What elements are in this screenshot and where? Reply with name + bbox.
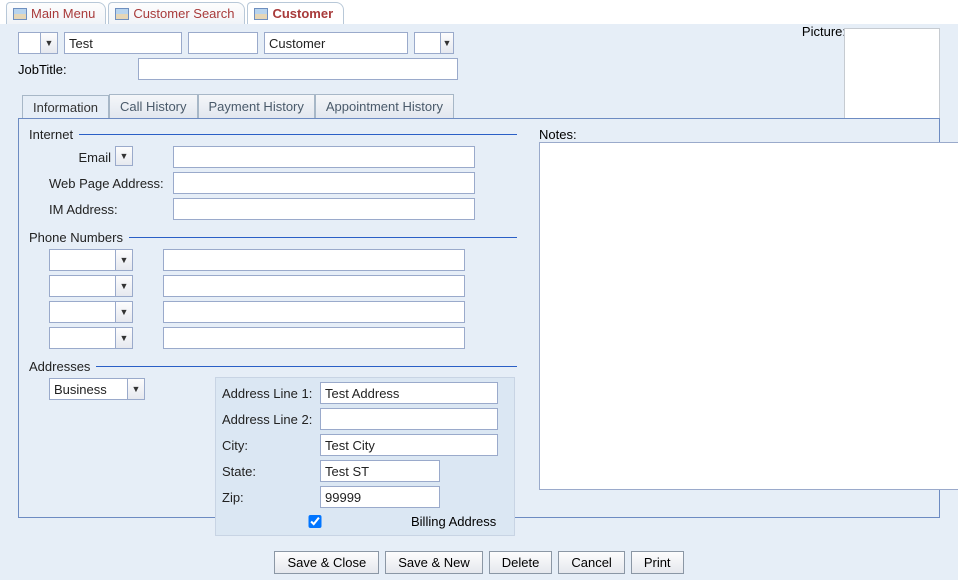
sub-tabs: Information Call History Payment History… bbox=[22, 94, 940, 118]
addr-city-label: City: bbox=[222, 438, 320, 453]
notes-textarea[interactable] bbox=[539, 142, 958, 490]
notes-area: Notes: bbox=[539, 127, 958, 493]
phone-row: ▼ bbox=[49, 275, 517, 297]
tab-payment-history[interactable]: Payment History bbox=[198, 94, 315, 118]
phone-number-input[interactable] bbox=[163, 327, 465, 349]
chevron-down-icon[interactable]: ▼ bbox=[127, 378, 145, 400]
email-input[interactable] bbox=[173, 146, 475, 168]
jobtitle-row: JobTitle: bbox=[18, 58, 940, 80]
phone-type-combo[interactable]: ▼ bbox=[49, 275, 133, 297]
group-addresses-label: Addresses bbox=[29, 359, 90, 374]
prefix-input[interactable] bbox=[18, 32, 40, 54]
delete-button[interactable]: Delete bbox=[489, 551, 553, 574]
chevron-down-icon[interactable]: ▼ bbox=[115, 301, 133, 323]
addr-line1-input[interactable] bbox=[320, 382, 498, 404]
addr-state-input[interactable] bbox=[320, 460, 440, 482]
form-icon bbox=[13, 8, 27, 20]
first-name-input[interactable] bbox=[64, 32, 182, 54]
phone-row: ▼ bbox=[49, 327, 517, 349]
phone-type-input[interactable] bbox=[49, 301, 115, 323]
address-type-input[interactable] bbox=[49, 378, 127, 400]
chevron-down-icon[interactable]: ▼ bbox=[40, 32, 58, 54]
billing-label: Billing Address bbox=[411, 514, 496, 529]
web-label: Web Page Address: bbox=[49, 176, 173, 191]
divider bbox=[79, 134, 517, 135]
web-input[interactable] bbox=[173, 172, 475, 194]
window-tabs: Main Menu Customer Search Customer bbox=[0, 0, 958, 24]
phone-number-input[interactable] bbox=[163, 275, 465, 297]
chevron-down-icon[interactable]: ▼ bbox=[115, 146, 133, 166]
window-tab-label: Main Menu bbox=[31, 6, 95, 21]
jobtitle-input[interactable] bbox=[138, 58, 458, 80]
middle-name-input[interactable] bbox=[188, 32, 258, 54]
divider bbox=[96, 366, 517, 367]
tab-body-information: Internet ▼ Web Page Address: bbox=[18, 118, 940, 518]
phone-row: ▼ bbox=[49, 301, 517, 323]
suffix-combo[interactable]: ▼ bbox=[414, 32, 454, 54]
im-input[interactable] bbox=[173, 198, 475, 220]
save-close-button[interactable]: Save & Close bbox=[274, 551, 379, 574]
addr-line2-label: Address Line 2: bbox=[222, 412, 320, 427]
jobtitle-label: JobTitle: bbox=[18, 62, 128, 77]
addr-line1-label: Address Line 1: bbox=[222, 386, 320, 401]
button-bar: Save & Close Save & New Delete Cancel Pr… bbox=[0, 545, 958, 580]
billing-checkbox[interactable] bbox=[226, 515, 404, 528]
phone-type-input[interactable] bbox=[49, 327, 115, 349]
group-addresses: Addresses ▼ Address Line 1: Address Line… bbox=[29, 359, 517, 400]
window-tab-customer-search[interactable]: Customer Search bbox=[108, 2, 245, 24]
addr-line2-input[interactable] bbox=[320, 408, 498, 430]
group-internet-label: Internet bbox=[29, 127, 73, 142]
phone-type-input[interactable] bbox=[49, 275, 115, 297]
phone-row: ▼ bbox=[49, 249, 517, 271]
form-icon bbox=[254, 8, 268, 20]
save-new-button[interactable]: Save & New bbox=[385, 551, 483, 574]
group-phones: Phone Numbers ▼ ▼ bbox=[29, 230, 517, 349]
email-type-label bbox=[71, 146, 115, 168]
divider bbox=[129, 237, 517, 238]
im-label: IM Address: bbox=[49, 202, 173, 217]
addr-state-label: State: bbox=[222, 464, 320, 479]
addr-zip-label: Zip: bbox=[222, 490, 320, 505]
prefix-combo[interactable]: ▼ bbox=[18, 32, 58, 54]
phone-number-input[interactable] bbox=[163, 301, 465, 323]
cancel-button[interactable]: Cancel bbox=[558, 551, 624, 574]
addr-zip-input[interactable] bbox=[320, 486, 440, 508]
form-icon bbox=[115, 8, 129, 20]
suffix-input[interactable] bbox=[414, 32, 440, 54]
tab-appointment-history[interactable]: Appointment History bbox=[315, 94, 454, 118]
last-name-input[interactable] bbox=[264, 32, 408, 54]
phone-type-combo[interactable]: ▼ bbox=[49, 249, 133, 271]
phone-type-input[interactable] bbox=[49, 249, 115, 271]
form-surface: Picture: ▼ ▼ JobTitle: Information Call … bbox=[0, 24, 958, 545]
chevron-down-icon[interactable]: ▼ bbox=[440, 32, 454, 54]
tab-call-history[interactable]: Call History bbox=[109, 94, 197, 118]
group-phones-label: Phone Numbers bbox=[29, 230, 123, 245]
phone-type-combo[interactable]: ▼ bbox=[49, 301, 133, 323]
tab-information[interactable]: Information bbox=[22, 95, 109, 119]
email-type-combo[interactable]: ▼ bbox=[71, 146, 133, 168]
address-type-combo[interactable]: ▼ bbox=[49, 378, 145, 400]
address-panel: Address Line 1: Address Line 2: City: St… bbox=[215, 377, 515, 536]
phone-type-combo[interactable]: ▼ bbox=[49, 327, 133, 349]
print-button[interactable]: Print bbox=[631, 551, 684, 574]
addr-city-input[interactable] bbox=[320, 434, 498, 456]
name-row: ▼ ▼ bbox=[18, 32, 940, 54]
window-tab-customer[interactable]: Customer bbox=[247, 2, 344, 24]
window-tab-main-menu[interactable]: Main Menu bbox=[6, 2, 106, 24]
notes-label: Notes: bbox=[539, 127, 958, 142]
window-tab-label: Customer Search bbox=[133, 6, 234, 21]
window-tab-label: Customer bbox=[272, 6, 333, 21]
chevron-down-icon[interactable]: ▼ bbox=[115, 275, 133, 297]
phone-number-input[interactable] bbox=[163, 249, 465, 271]
chevron-down-icon[interactable]: ▼ bbox=[115, 327, 133, 349]
group-internet: Internet ▼ Web Page Address: bbox=[29, 127, 517, 220]
chevron-down-icon[interactable]: ▼ bbox=[115, 249, 133, 271]
